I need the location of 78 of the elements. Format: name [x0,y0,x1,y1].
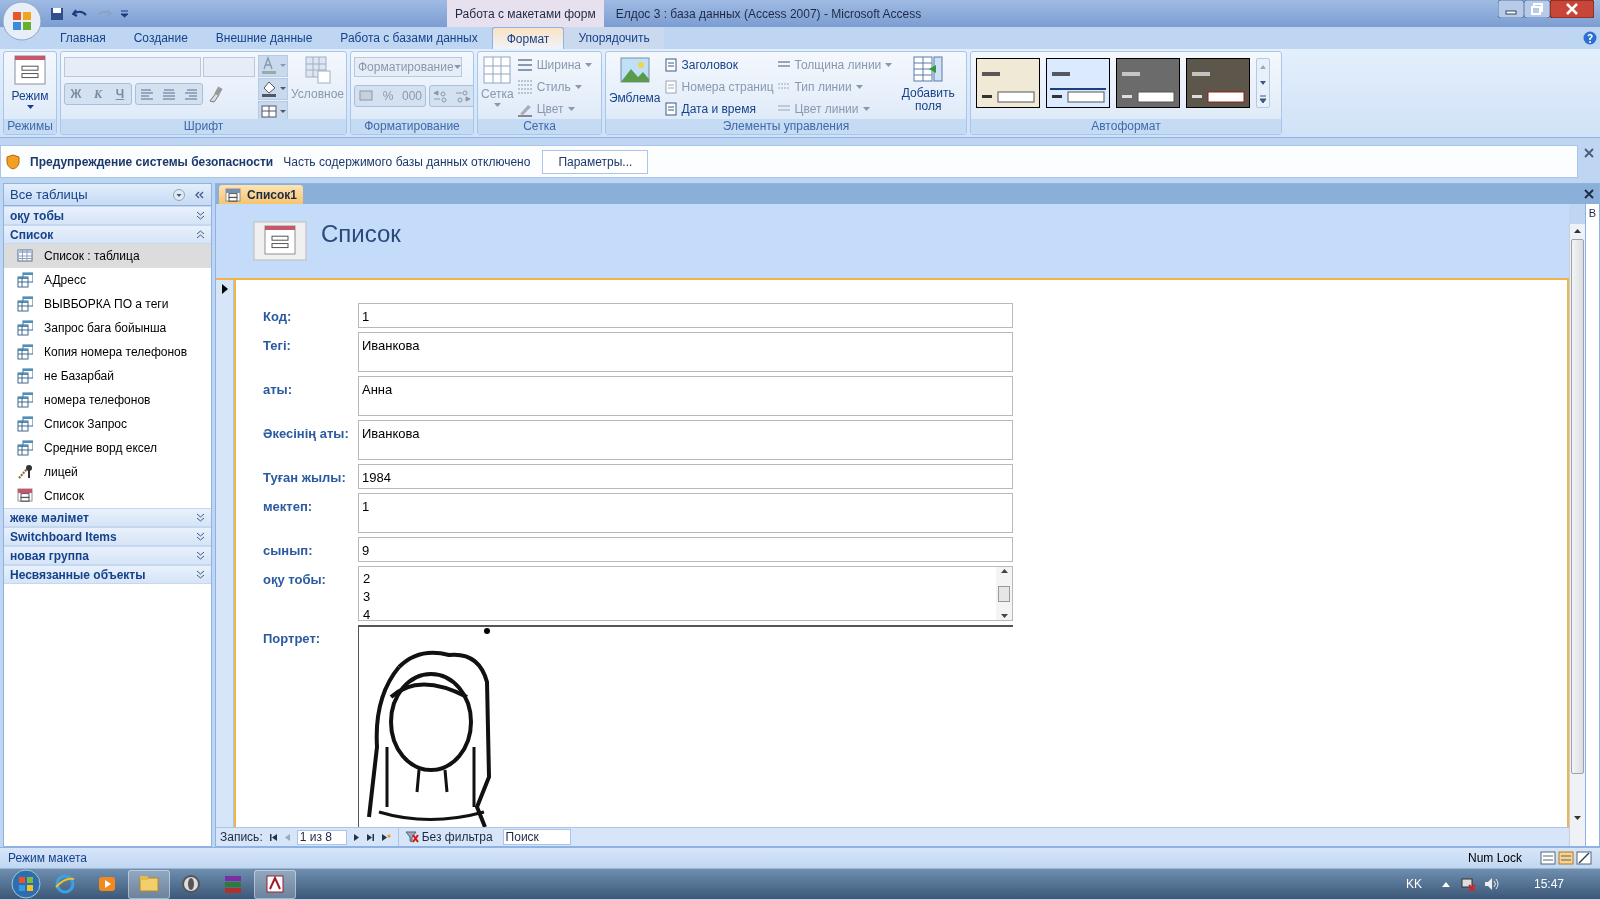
nav-group-header[interactable]: жеке мәлімет [4,508,211,527]
grid-option-button: Ширина [516,55,592,74]
document-tab[interactable]: Список1 [219,185,303,204]
control-option-button: Номера страниц [663,77,774,97]
nav-group-header[interactable]: новая группа [4,546,211,565]
ribbon-tab[interactable]: Формат [491,27,565,49]
field-input[interactable]: 1 [358,493,1013,533]
status-text: Режим макета [8,850,87,867]
field-input[interactable]: Иванкова [358,420,1013,460]
control-option-button: Цвет линии [776,99,893,119]
field-label: аты: [263,381,294,399]
field-label: мектеп: [263,498,314,516]
list-item[interactable]: 2 [363,569,992,587]
filter-button[interactable]: Без фильтра [397,828,493,846]
form-title: Список [321,219,401,249]
group-label: Элементы управления [606,119,966,134]
ribbon-tab[interactable]: Внешние данные [201,27,327,49]
field-label: Портрет: [263,630,322,648]
field-input[interactable]: 1 [358,303,1013,328]
ribbon-tab[interactable]: Главная [46,27,120,49]
field-label: Туған жылы: [263,469,347,487]
field-label: Әкесінің аты: [263,425,350,443]
context-title: Работа с макетами форм [447,0,604,27]
num-lock-indicator: Num Lock [1467,850,1522,867]
clock: 15:47 [1533,876,1564,893]
list-item[interactable]: 3 [363,587,992,605]
group-label: Форматирование [351,119,473,134]
logo-button[interactable]: Эмблема [609,55,661,107]
field-input[interactable]: 1984 [358,464,1013,489]
nav-item[interactable]: Список [4,484,211,508]
grid-option-button: Стиль [516,77,592,96]
field-label: Тегі: [263,337,292,355]
grid-option-button: Цвет [516,99,592,118]
options-button[interactable]: Параметры... [542,149,649,174]
nav-item[interactable]: Список : таблица [4,244,211,268]
group-label: Автоформат [971,119,1281,134]
nav-item[interactable]: Список Запрос [4,412,211,436]
group-label: Шрифт [61,119,346,134]
control-option-button: Тип линии [776,77,893,97]
nav-item[interactable]: АДресс [4,268,211,292]
nav-group-header[interactable]: оқу тобы [4,206,211,225]
nav-item[interactable]: не Базарбай [4,364,211,388]
record-position-field[interactable]: 1 из 8 [296,829,347,845]
nav-item[interactable]: лицей [4,460,211,484]
group-label: Сетка [478,119,601,134]
search-field[interactable]: Поиск [502,829,571,845]
security-warning-title: Предупреждение системы безопасности [30,153,274,171]
record-label: Запись: [220,829,263,846]
nav-group-header[interactable]: Switchboard Items [4,527,211,546]
group-label: Режимы [4,119,56,134]
nav-item[interactable]: Средние ворд ексел [4,436,211,460]
control-option-button[interactable]: Заголовок [663,55,774,75]
language-indicator: KK [1405,876,1422,893]
nav-item[interactable]: Запрос бага бойынша [4,316,211,340]
ribbon-tab[interactable]: Работа с базами данных [326,27,492,49]
list-item[interactable]: 4 [363,605,992,623]
ribbon-tab[interactable]: Упорядочить [564,27,664,49]
nav-item[interactable]: Копия номера телефонов [4,340,211,364]
nav-item[interactable]: номера телефонов [4,388,211,412]
field-label: оқу тобы: [263,571,327,589]
side-pane-label: В [1588,206,1597,221]
field-input[interactable]: 9 [358,537,1013,562]
navigation-pane-title: Все таблицы [10,185,88,204]
ribbon-tab[interactable]: Создание [119,27,202,49]
window-title: Елдос 3 : база данных (Access 2007) - Microsoft Access [615,5,922,23]
list-box[interactable]: 2 3 4 [358,566,1013,621]
control-option-button: Толщина линии [776,55,893,75]
field-input[interactable]: Анна [358,376,1013,416]
field-label: Код: [263,308,293,326]
field-label: сынып: [263,542,314,560]
nav-group-header[interactable]: Список [4,225,211,244]
mode-button[interactable]: Режим [7,55,53,109]
security-message: Часть содержимого базы данных отключено [283,153,531,171]
field-input[interactable]: Иванкова [358,332,1013,372]
control-option-button[interactable]: Дата и время [663,99,774,119]
nav-item[interactable]: ВЫВБОРКА ПО а теги [4,292,211,316]
nav-group-header[interactable]: Несвязанные объекты [4,565,211,584]
add-fields-button[interactable]: Добавить поля [895,55,962,113]
